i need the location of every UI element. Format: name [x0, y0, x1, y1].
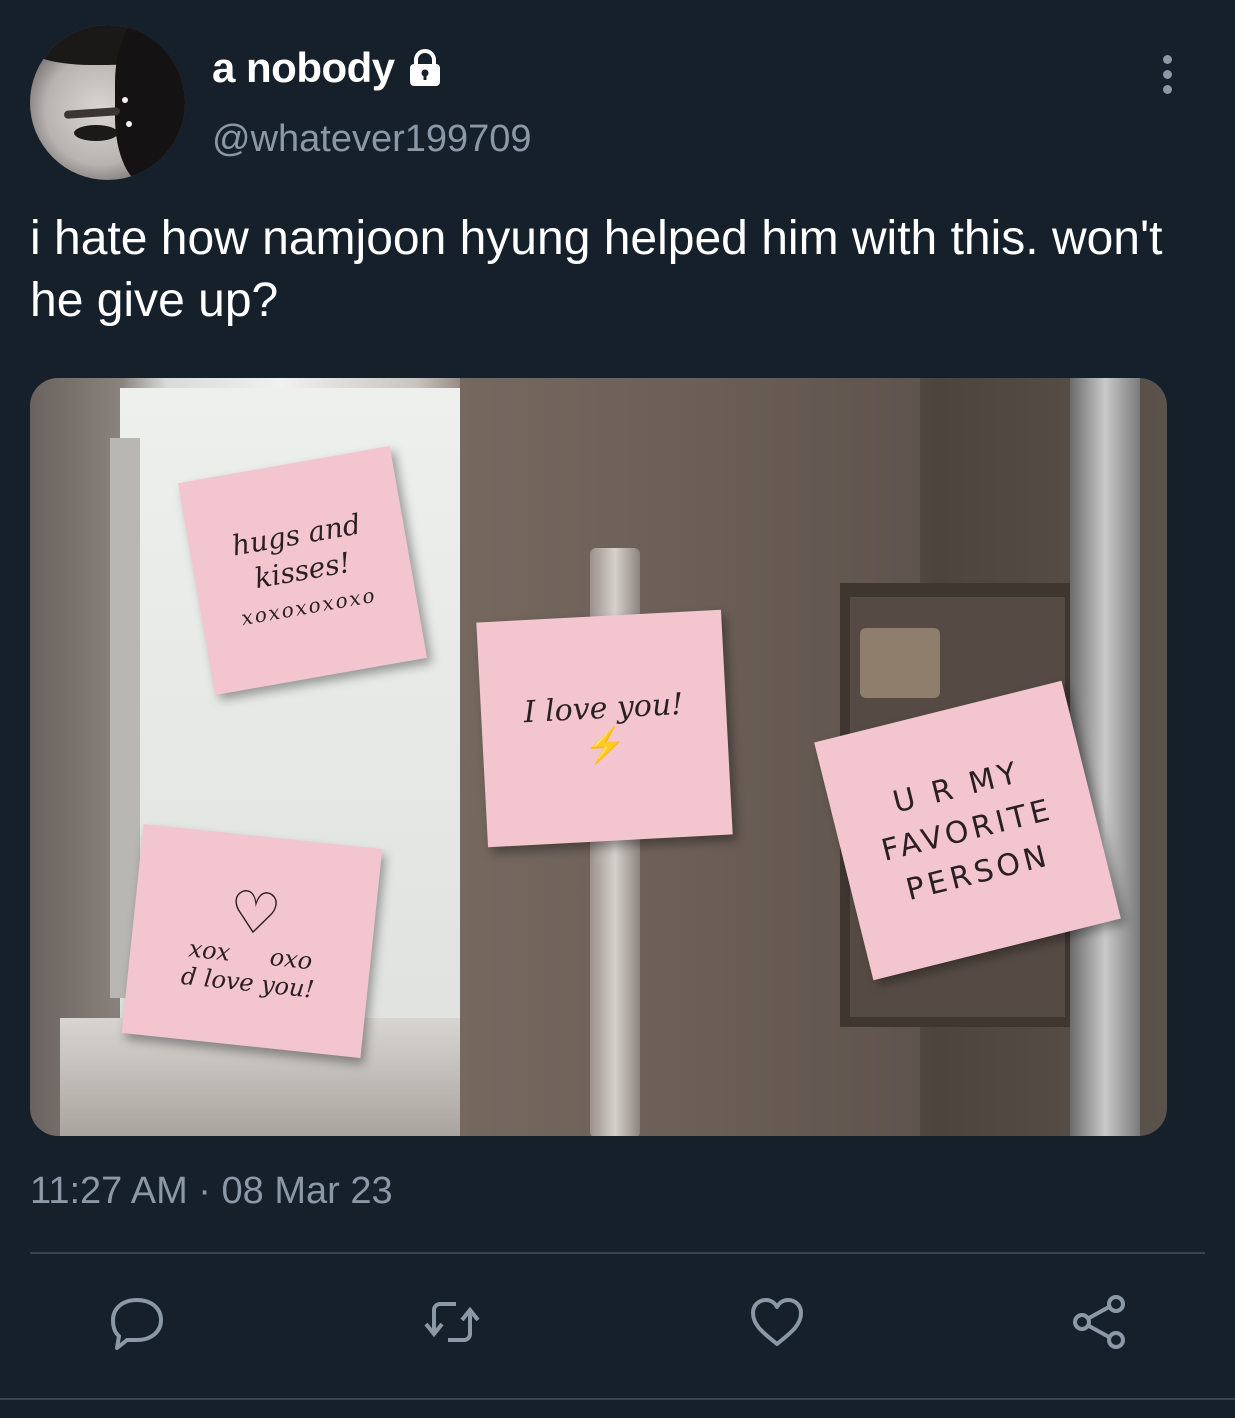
sticky-note: hugs and kisses! xoxoxoxoxo	[177, 445, 428, 696]
comment-icon[interactable]	[105, 1290, 169, 1354]
action-bar	[0, 1290, 1235, 1362]
avatar-eye	[74, 125, 118, 141]
lock-icon	[409, 49, 440, 86]
note-text: xox	[187, 934, 232, 967]
jar	[860, 628, 940, 698]
tweet-text: i hate how namjoon hyung helped him with…	[30, 212, 1163, 327]
heart-drawing: ♡	[225, 876, 285, 950]
note-text: I love you!	[522, 686, 685, 731]
share-icon[interactable]	[1068, 1290, 1132, 1354]
sticky-note: ♡ xox oxo d love you!	[121, 824, 383, 1058]
display-name-text[interactable]: a nobody	[212, 44, 395, 92]
avatar-piercing	[122, 97, 128, 103]
avatar-brow	[63, 107, 121, 119]
divider	[0, 1398, 1235, 1400]
note-text: oxo	[268, 943, 314, 976]
more-options-icon[interactable]	[1155, 55, 1179, 97]
heart-icon[interactable]	[745, 1290, 809, 1354]
retweet-icon[interactable]	[420, 1290, 484, 1354]
sticky-note: I love you! ⚡	[476, 609, 733, 848]
tweet-timestamp[interactable]: 11:27 AM · 08 Mar 23	[30, 1170, 393, 1213]
divider	[30, 1252, 1205, 1254]
squiggle-mark: ⚡	[583, 724, 628, 768]
user-handle[interactable]: @whatever199709	[212, 118, 532, 161]
tweet-media[interactable]: hugs and kisses! xoxoxoxoxo I love you! …	[30, 378, 1167, 1136]
display-name[interactable]: a nobody	[212, 44, 445, 92]
avatar-piercing	[126, 121, 132, 127]
avatar[interactable]	[30, 25, 185, 180]
